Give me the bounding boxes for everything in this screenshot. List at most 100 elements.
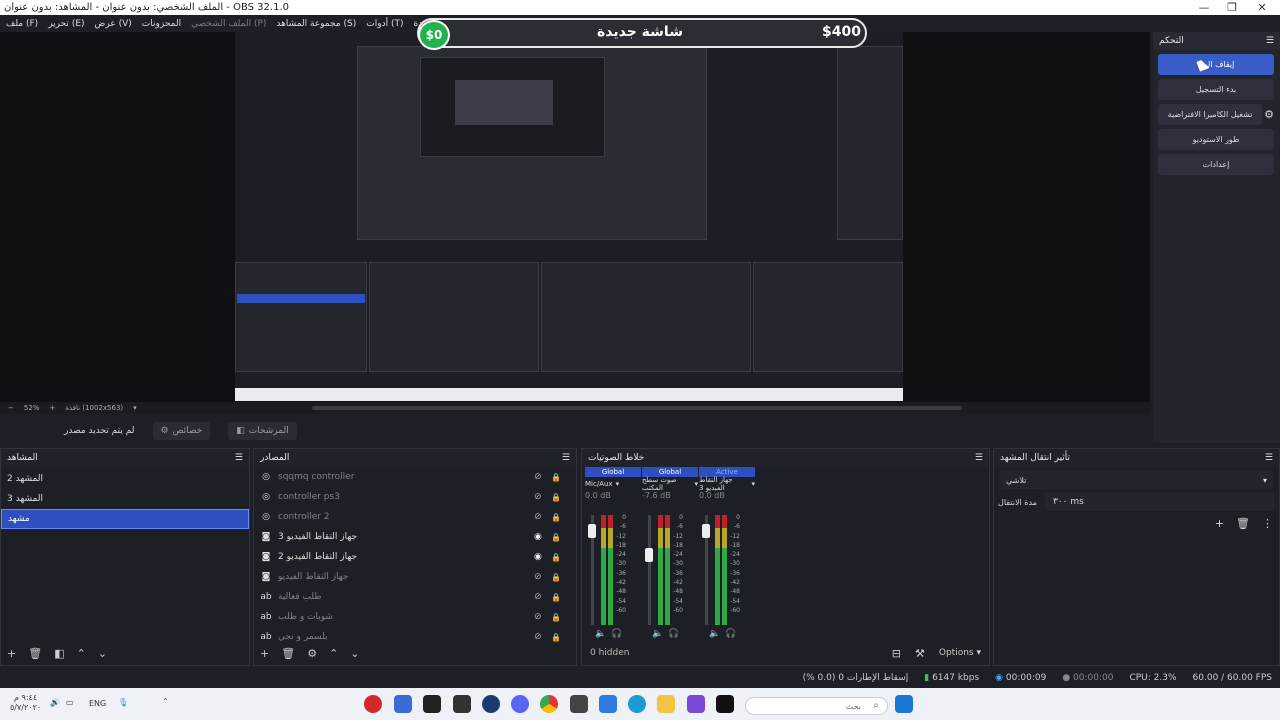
more-icon[interactable]: ⋮: [1262, 517, 1273, 530]
lock-icon[interactable]: 🔒: [551, 473, 561, 482]
menu-tools[interactable]: أدوات (T): [366, 19, 403, 29]
lock-icon[interactable]: 🔒: [551, 573, 561, 582]
volume-slider[interactable]: [702, 515, 710, 625]
options-button[interactable]: Options ▾: [939, 648, 981, 658]
move-down-icon[interactable]: ⌄: [350, 647, 359, 660]
lock-icon[interactable]: 🔒: [551, 533, 561, 542]
discord-icon[interactable]: [511, 695, 529, 713]
source-item[interactable]: ◙ جهاز التقاط الفيديو 3 ◉ 🔒: [254, 527, 576, 547]
duration-input[interactable]: ٣٠٠ ms: [1044, 493, 1275, 511]
preview-scrollbar[interactable]: [312, 406, 962, 410]
app-icon-colorful[interactable]: [687, 695, 705, 713]
zoom-in-icon[interactable]: +: [49, 404, 55, 412]
store-icon[interactable]: [599, 695, 617, 713]
mic-icon[interactable]: 🎙: [118, 698, 128, 707]
eye-hidden-icon[interactable]: ⊘: [534, 572, 542, 582]
headphones-icon[interactable]: 🎧: [725, 629, 736, 639]
dock-menu-icon[interactable]: ☰: [975, 453, 983, 463]
trash-icon[interactable]: 🗑: [28, 647, 42, 660]
clock[interactable]: ٩:٤٤ م ٥/٧/٢٠٢٠: [10, 693, 41, 713]
source-item[interactable]: ◙ جهاز التقاط الفيديو ⊘ 🔒: [254, 567, 576, 587]
source-item[interactable]: ◎ sqqmq controller ⊘ 🔒: [254, 467, 576, 487]
filter-icon[interactable]: ◧: [54, 647, 64, 660]
speaker-icon[interactable]: 🔈: [652, 629, 663, 639]
obs-icon[interactable]: [364, 695, 382, 713]
mixer-settings-icon[interactable]: ⚒: [915, 647, 925, 660]
epic-games-icon[interactable]: [423, 695, 441, 713]
lock-icon[interactable]: 🔒: [551, 613, 561, 622]
network-icon[interactable]: ▭: [66, 698, 74, 707]
dock-menu-icon[interactable]: ☰: [235, 453, 243, 463]
gear-icon[interactable]: ⚙: [307, 647, 317, 660]
dock-menu-icon[interactable]: ☰: [1266, 36, 1274, 46]
eye-icon[interactable]: ◉: [534, 552, 542, 562]
trash-icon[interactable]: 🗑: [1236, 517, 1250, 530]
scene-item[interactable]: المشهد 2: [1, 469, 249, 489]
layout-icon[interactable]: ⊟: [892, 647, 901, 660]
move-up-icon[interactable]: ⌃: [77, 647, 86, 660]
preview-canvas[interactable]: [235, 32, 903, 401]
file-explorer-icon[interactable]: [657, 695, 675, 713]
volume-slider[interactable]: [588, 515, 596, 625]
menu-docks[interactable]: المحزونات: [142, 19, 181, 29]
scene-item[interactable]: مشهد: [1, 509, 249, 529]
studio-mode-button[interactable]: طور الاستوديو: [1158, 129, 1274, 150]
filters-button[interactable]: ◧ المرشحات: [228, 422, 297, 440]
menu-scene-collection[interactable]: مجموعة المشاهد (S): [276, 19, 356, 29]
source-item[interactable]: ab طلب فعالية ⊘ 🔒: [254, 587, 576, 607]
source-item[interactable]: ◙ جهاز التقاط الفيديو 2 ◉ 🔒: [254, 547, 576, 567]
volume-knob[interactable]: [645, 548, 653, 562]
app-icon-black[interactable]: [716, 695, 734, 713]
close-button[interactable]: ✕: [1248, 0, 1276, 15]
volume-icon[interactable]: 🔊: [50, 698, 60, 707]
add-icon[interactable]: +: [260, 647, 269, 660]
minimize-button[interactable]: —: [1190, 0, 1218, 15]
lock-icon[interactable]: 🔒: [551, 493, 561, 502]
eye-hidden-icon[interactable]: ⊘: [534, 472, 542, 482]
chrome-icon[interactable]: [540, 695, 558, 713]
dock-menu-icon[interactable]: ☰: [1265, 453, 1273, 463]
speaker-icon[interactable]: 🔈: [595, 629, 606, 639]
scene-item[interactable]: المشهد 3: [1, 489, 249, 509]
gear-icon[interactable]: ⚙: [1264, 108, 1274, 121]
source-item[interactable]: ◎ controller ps3 ⊘ 🔒: [254, 487, 576, 507]
lock-icon[interactable]: 🔒: [551, 553, 561, 562]
menu-file[interactable]: ملف (F): [6, 19, 38, 29]
steam-icon[interactable]: [482, 695, 500, 713]
maximize-button[interactable]: ❐: [1218, 0, 1246, 15]
settings-button[interactable]: إعدادات: [1158, 154, 1274, 175]
volume-knob[interactable]: [702, 523, 710, 538]
channel-name-row[interactable]: جهاز التقاط الفيديو 3 ▾: [699, 476, 755, 492]
taskbar-search[interactable]: بحث ⌕: [745, 697, 888, 715]
move-up-icon[interactable]: ⌃: [329, 647, 338, 660]
channel-name-row[interactable]: صوت سطح المكتب ▾: [642, 476, 698, 492]
add-icon[interactable]: +: [1215, 517, 1224, 530]
add-icon[interactable]: +: [7, 647, 16, 660]
source-item[interactable]: ab شوبات و طلب ⊘ 🔒: [254, 607, 576, 627]
volume-knob[interactable]: [588, 523, 596, 538]
move-down-icon[interactable]: ⌄: [98, 647, 107, 660]
properties-button[interactable]: ⚙ خصائص: [152, 422, 211, 440]
transition-select[interactable]: تلاشي ▾: [1000, 471, 1273, 489]
chevron-up-icon[interactable]: ⌃: [162, 697, 169, 706]
lock-icon[interactable]: 🔒: [551, 593, 561, 602]
virtual-camera-button[interactable]: تشغيل الكاميرا الافتراضية: [1158, 104, 1263, 125]
chevron-down-icon[interactable]: ▾: [133, 404, 137, 412]
eye-hidden-icon[interactable]: ⊘: [534, 512, 542, 522]
volume-slider[interactable]: [645, 515, 653, 625]
windows-start-icon[interactable]: [895, 695, 913, 713]
controller-app-icon[interactable]: [453, 695, 471, 713]
lock-icon[interactable]: 🔒: [551, 513, 561, 522]
menu-edit[interactable]: تحرير (E): [48, 19, 84, 29]
trash-icon[interactable]: 🗑: [281, 647, 295, 660]
menu-view[interactable]: عرض (V): [95, 19, 132, 29]
language-indicator[interactable]: ENG: [89, 699, 106, 708]
headphones-icon[interactable]: 🎧: [611, 629, 622, 639]
source-item[interactable]: ◎ controller 2 ⊘ 🔒: [254, 507, 576, 527]
eye-hidden-icon[interactable]: ⊘: [534, 592, 542, 602]
dock-menu-icon[interactable]: ☰: [562, 453, 570, 463]
stop-streaming-button[interactable]: إيقاف البث: [1158, 54, 1274, 75]
app-icon-blue[interactable]: [394, 695, 412, 713]
eye-hidden-icon[interactable]: ⊘: [534, 492, 542, 502]
start-recording-button[interactable]: بدء التسجيل: [1158, 79, 1274, 100]
